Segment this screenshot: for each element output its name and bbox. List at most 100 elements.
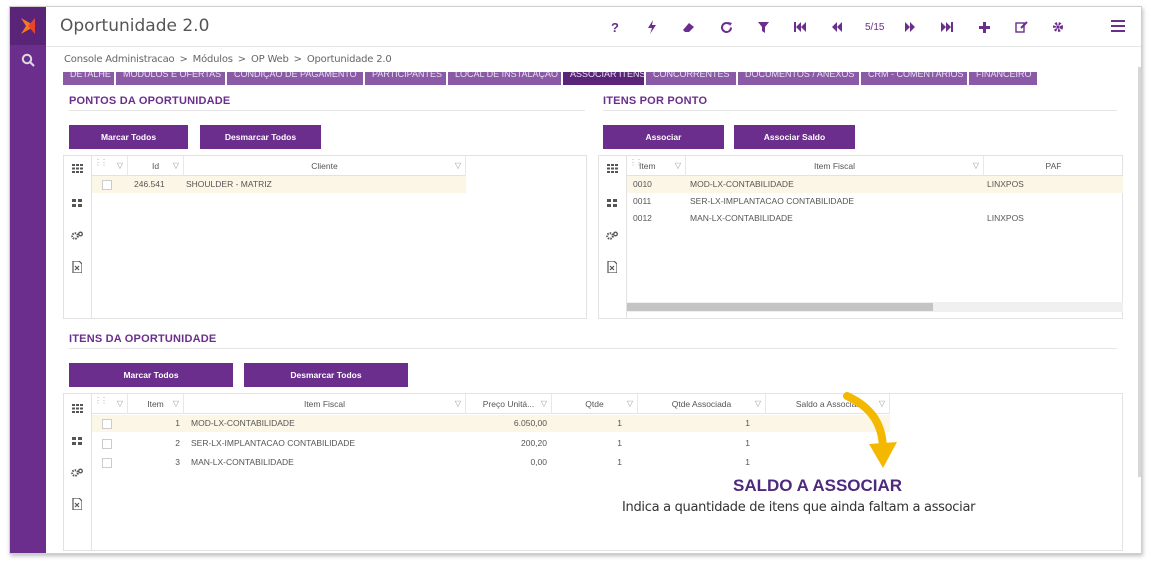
page-scrollbar[interactable] (1138, 67, 1141, 477)
export-icon[interactable] (70, 497, 84, 511)
breadcrumb-item[interactable]: Módulos (193, 54, 233, 65)
tab-financeiro[interactable]: FINANCEIRO (969, 72, 1037, 85)
tiles-icon[interactable] (605, 196, 619, 210)
column-item[interactable]: Item ▽ (128, 394, 184, 414)
prev-page-icon[interactable] (828, 18, 846, 36)
filter-icon[interactable]: ▽ (973, 156, 979, 176)
drag-handle[interactable]: ⋮⋮ (94, 396, 108, 405)
filter-icon[interactable]: ▽ (627, 394, 633, 414)
help-icon[interactable]: ? (606, 18, 624, 36)
horizontal-scrollbar[interactable] (627, 302, 1123, 312)
row-checkbox[interactable] (102, 458, 112, 468)
tab-bar: DETALHE MÓDULOS E OFERTAS CONDIÇÃO DE PA… (63, 72, 1039, 85)
logo-icon[interactable] (10, 7, 46, 45)
drag-handle[interactable]: ⋮⋮ (94, 158, 108, 167)
tab-associar-itens[interactable]: ASSOCIAR ITENS (563, 72, 644, 85)
filter-icon[interactable]: ▽ (117, 394, 123, 414)
column-label: Qtde (585, 399, 604, 409)
add-icon[interactable] (975, 18, 993, 36)
table-row[interactable]: 2 SER-LX-IMPLANTACAO CONTABILIDADE 200,2… (92, 435, 890, 452)
filter-icon[interactable]: ▽ (755, 394, 761, 414)
last-page-icon[interactable] (938, 18, 956, 36)
tiles-icon[interactable] (70, 434, 84, 448)
table-row[interactable]: 1 MOD-LX-CONTABILIDADE 6.050,00 1 1 0 (92, 415, 890, 432)
callout-title: SALDO A ASSOCIAR (733, 476, 903, 495)
grid-icon[interactable] (70, 401, 84, 415)
table-row[interactable]: 0010 MOD-LX-CONTABILIDADE LINXPOS (627, 176, 1123, 193)
gears-icon[interactable] (70, 229, 84, 243)
settings-icon[interactable] (1049, 18, 1067, 36)
export-icon[interactable] (70, 260, 84, 274)
search-icon[interactable] (10, 47, 46, 73)
edit-icon[interactable] (1012, 18, 1030, 36)
column-preco[interactable]: Preço Unitá... ▽ (466, 394, 552, 414)
cell-paf (987, 193, 1107, 210)
export-icon[interactable] (605, 260, 619, 274)
cell-preco: 0,00 (530, 457, 547, 467)
cell-preco: 6.050,00 (513, 418, 547, 428)
column-id[interactable]: Id ▽ (128, 156, 184, 176)
filter-icon[interactable]: ▽ (675, 156, 681, 176)
lightning-icon[interactable] (643, 18, 661, 36)
column-select[interactable]: ▽ (106, 394, 128, 414)
row-checkbox[interactable] (102, 419, 112, 429)
column-item-fiscal[interactable]: Item Fiscal ▽ (686, 156, 984, 176)
breadcrumb-item[interactable]: OP Web (251, 54, 289, 65)
desmarcar-todos-pontos-button[interactable]: Desmarcar Todos (200, 125, 321, 149)
gears-icon[interactable] (605, 229, 619, 243)
table-row[interactable]: 0012 MAN-LX-CONTABILIDADE LINXPOS (627, 210, 1123, 227)
cell-item-fiscal: SER-LX-IMPLANTACAO CONTABILIDADE (191, 438, 356, 448)
tab-documentos-anexos[interactable]: DOCUMENTOS / ANEXOS (738, 72, 859, 85)
tab-condicao-pagamento[interactable]: CONDIÇÃO DE PAGAMENTO (227, 72, 363, 85)
column-qtde-associada[interactable]: Qtde Associada ▽ (638, 394, 766, 414)
column-select[interactable]: ▽ (106, 156, 128, 176)
table-row[interactable]: 3 MAN-LX-CONTABILIDADE 0,00 1 1 (92, 454, 890, 471)
filter-icon[interactable]: ▽ (541, 394, 547, 414)
marcar-todos-pontos-button[interactable]: Marcar Todos (69, 125, 188, 149)
breadcrumb-item[interactable]: Console Administracao (64, 54, 175, 65)
tab-modulos-ofertas[interactable]: MÓDULOS E OFERTAS (116, 72, 225, 85)
tab-participantes[interactable]: PARTICIPANTES (365, 72, 446, 85)
next-page-icon[interactable] (901, 18, 919, 36)
tab-local-instalacao[interactable]: LOCAL DE INSTALAÇÃO (448, 72, 561, 85)
column-qtde[interactable]: Qtde ▽ (552, 394, 638, 414)
filter-icon[interactable]: ▽ (173, 394, 179, 414)
associar-button[interactable]: Associar (603, 125, 724, 149)
cell-item-fiscal: MAN-LX-CONTABILIDADE (191, 457, 294, 467)
table-row[interactable]: 246.541 SHOULDER - MATRIZ (92, 176, 466, 193)
filter-icon[interactable]: ▽ (173, 156, 179, 176)
column-item[interactable]: Item ▽ (637, 156, 686, 176)
menu-icon[interactable] (1111, 18, 1125, 34)
section-title-itens-ponto: ITENS POR PONTO (603, 95, 708, 107)
refresh-icon[interactable] (717, 18, 735, 36)
cell-preco: 200,20 (521, 438, 547, 448)
divider (603, 110, 1117, 111)
filter-icon[interactable]: ▽ (117, 156, 123, 176)
scrollbar-thumb[interactable] (627, 303, 933, 311)
cell-paf: LINXPOS (987, 179, 1024, 189)
cell-item: 0011 (633, 196, 652, 206)
marcar-todos-itens-button[interactable]: Marcar Todos (69, 363, 233, 387)
filter-icon[interactable]: ▽ (455, 156, 461, 176)
tiles-icon[interactable] (70, 196, 84, 210)
associar-saldo-button[interactable]: Associar Saldo (734, 125, 855, 149)
desmarcar-todos-itens-button[interactable]: Desmarcar Todos (244, 363, 408, 387)
column-cliente[interactable]: Cliente ▽ (184, 156, 466, 176)
row-checkbox[interactable] (102, 439, 112, 449)
gears-icon[interactable] (70, 466, 84, 480)
first-page-icon[interactable] (791, 18, 809, 36)
filter-icon[interactable] (754, 18, 772, 36)
filter-icon[interactable]: ▽ (455, 394, 461, 414)
grid-icon[interactable] (70, 161, 84, 175)
cell-cliente: SHOULDER - MATRIZ (186, 179, 272, 189)
column-paf[interactable]: PAF (984, 156, 1123, 176)
table-row[interactable]: 0011 SER-LX-IMPLANTACAO CONTABILIDADE (627, 193, 1123, 210)
grid-sidebar (64, 394, 92, 550)
tab-detalhe[interactable]: DETALHE (63, 72, 114, 85)
eraser-icon[interactable] (680, 18, 698, 36)
tab-concorrentes[interactable]: CONCORRENTES (646, 72, 736, 85)
row-checkbox[interactable] (102, 180, 112, 190)
column-item-fiscal[interactable]: Item Fiscal ▽ (184, 394, 466, 414)
tab-crm-comentarios[interactable]: CRM - COMENTÁRIOS (861, 72, 967, 85)
grid-icon[interactable] (605, 161, 619, 175)
